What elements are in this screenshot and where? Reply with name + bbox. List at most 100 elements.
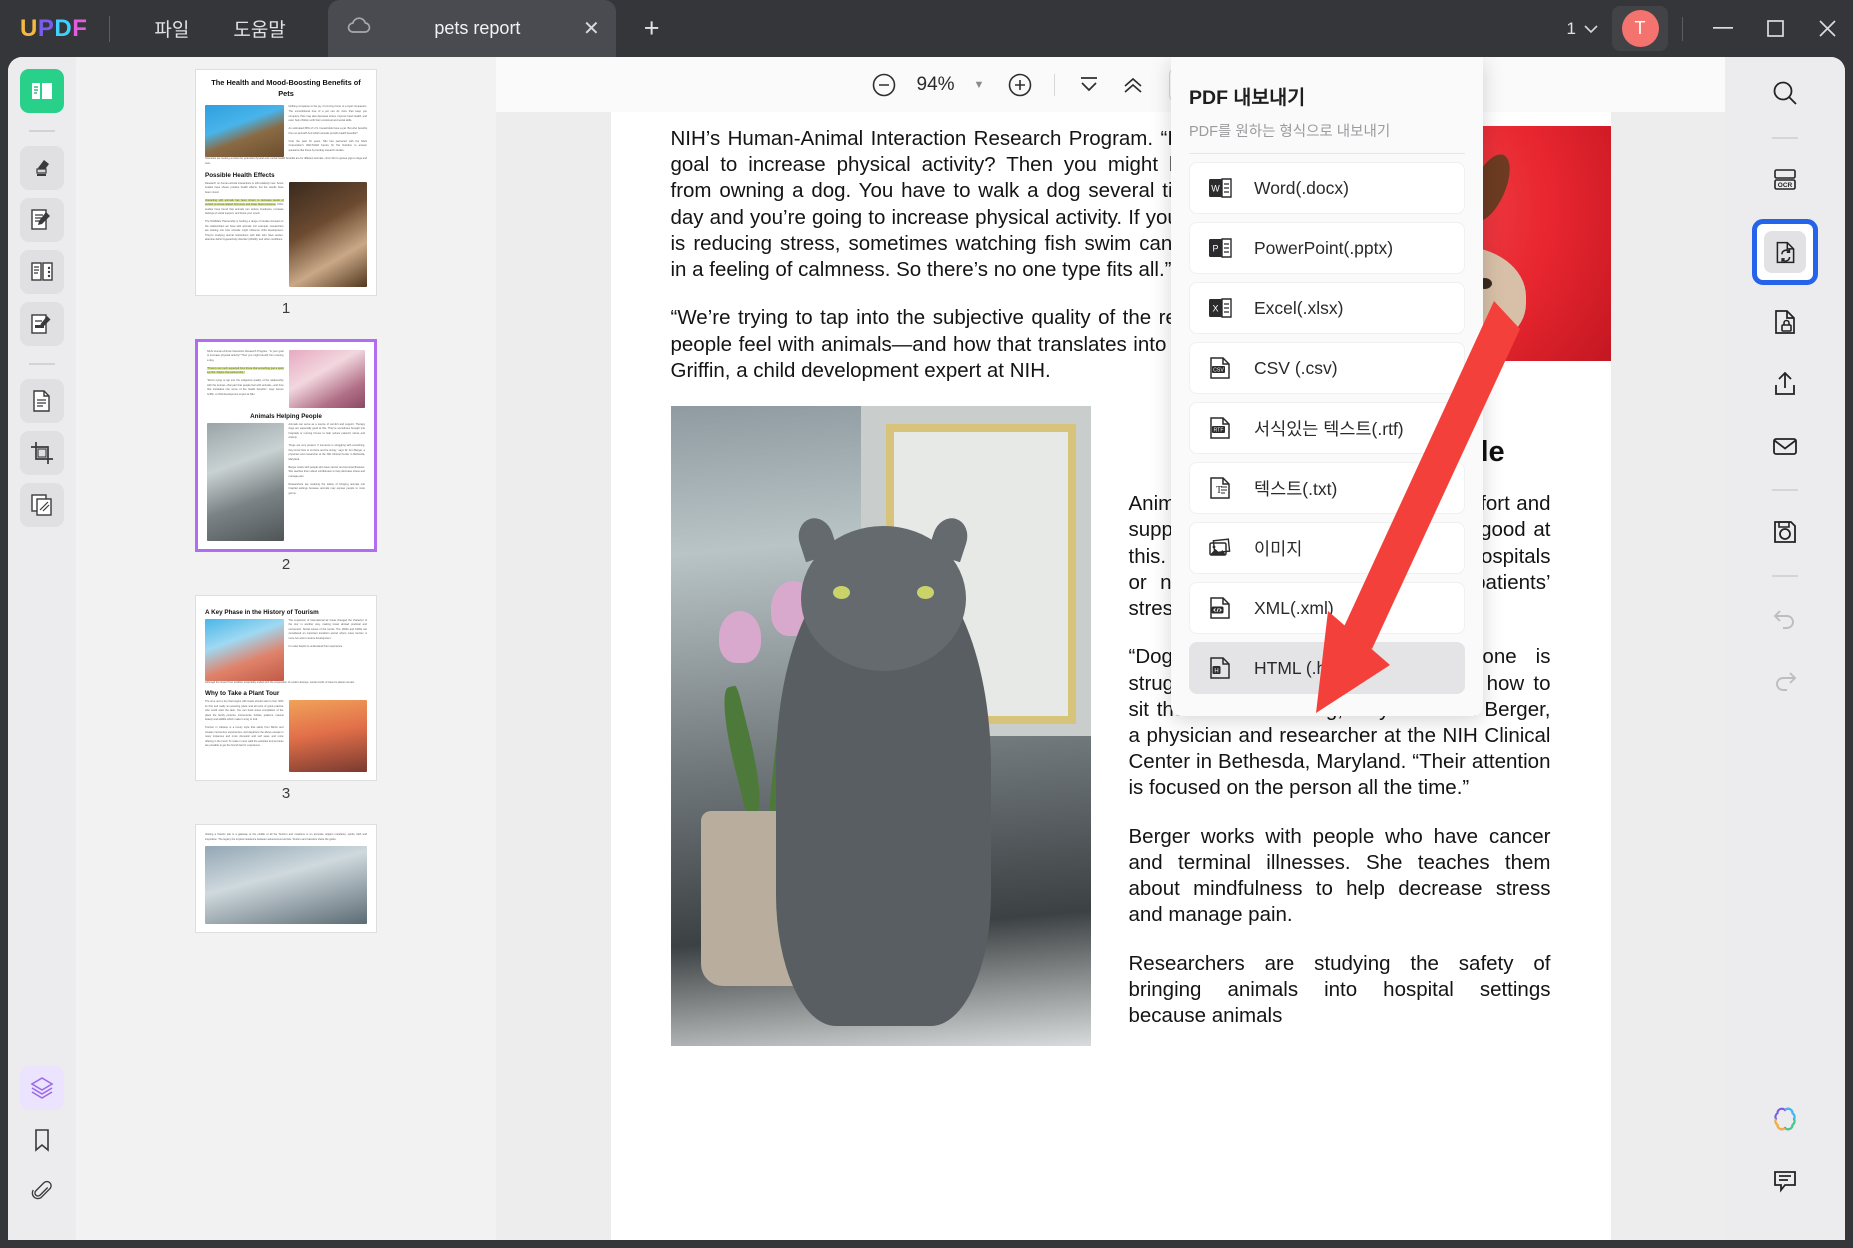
reader-mode-icon (32, 83, 52, 99)
menu-help[interactable]: 도움말 (211, 15, 307, 42)
thumb3-image2-cell (288, 700, 367, 773)
sidebar-item-edit-pdf[interactable] (20, 198, 64, 242)
document-tab[interactable]: pets report ✕ (327, 0, 616, 57)
zoom-out-button[interactable] (862, 63, 906, 107)
share-icon (1775, 371, 1795, 395)
svg-text:OCR: OCR (1778, 182, 1793, 189)
export-option-html[interactable]: H HTML (.html) (1189, 642, 1465, 694)
thumbnail-number-2: 2 (281, 555, 291, 573)
protect-button[interactable] (1762, 299, 1808, 345)
export-option-csv[interactable]: CSV CSV (.csv) (1189, 342, 1465, 394)
page-canvas[interactable]: NIH’s Human-Animal Interaction Research … (496, 112, 1725, 1240)
right-rail-divider-3 (1772, 575, 1798, 577)
document-viewer: 94% ▼ 2 / 6 (496, 57, 1725, 1240)
svg-text:P: P (1212, 244, 1218, 254)
edit-pdf-icon (31, 209, 50, 230)
thumb3-p3: Although the Grand Tour tradition essent… (205, 680, 355, 684)
new-tab-button[interactable]: + (644, 13, 660, 44)
thumb2-text-cell: NIH's Human-Animal Interaction Research … (207, 350, 284, 408)
convert-pdf-button[interactable] (1752, 219, 1818, 285)
sidebar-item-crop[interactable] (20, 431, 64, 475)
export-option-word[interactable]: W Word(.docx) (1189, 162, 1465, 214)
first-page-icon (1081, 76, 1098, 91)
convert-pdf-icon (1776, 241, 1794, 263)
sidebar-item-batch[interactable] (20, 483, 64, 527)
thumbnail-page-1[interactable]: The Health and Mood-Boosting Benefits of… (195, 69, 377, 296)
sidebar-item-reader-mode[interactable] (20, 69, 64, 113)
image-file-icon (1206, 534, 1234, 562)
avatar: T (1621, 10, 1659, 47)
thumb3-p4: The time and a trip that begins with boa… (205, 700, 284, 722)
csv-file-icon: CSV (1206, 354, 1234, 382)
updf-window: U P D F 파일 도움말 pets report ✕ + 1 T The H… (0, 0, 1853, 1248)
cat-tulip-photo (207, 422, 284, 541)
thumb1-p1: Nothing compares to the joy of coming ho… (288, 105, 368, 123)
thumbnail-page-1-content: The Health and Mood-Boosting Benefits of… (196, 70, 376, 295)
zoom-level[interactable]: 94% (906, 74, 966, 96)
ocr-button[interactable]: OCR (1762, 157, 1808, 203)
xml-file-icon (1206, 594, 1234, 622)
thumb1-text2-cell: Research on human-animal interactions is… (205, 182, 284, 287)
ai-assistant-button[interactable] (1762, 1096, 1808, 1142)
ocr-icon: OCR (1774, 169, 1796, 190)
sidebar-item-organize-pages[interactable] (20, 250, 64, 294)
form-icon (31, 314, 51, 334)
export-option-rtf[interactable]: RTF 서식있는 텍스트(.rtf) (1189, 402, 1465, 454)
search-icon (1773, 81, 1797, 105)
logo-letter-d: D (54, 14, 73, 42)
batch-icon (31, 494, 52, 516)
export-option-powerpoint[interactable]: P PowerPoint(.pptx) (1189, 222, 1465, 274)
thumbnail-page-2[interactable]: NIH's Human-Animal Interaction Research … (195, 338, 377, 552)
powerpoint-file-icon: P (1206, 234, 1234, 262)
thumb1-image2-cell (288, 181, 367, 287)
save-as-button[interactable] (1762, 509, 1808, 555)
tab-title: pets report (434, 18, 521, 38)
email-button[interactable] (1762, 423, 1808, 469)
thumb4-p1: Visiting a historic site is a gateway to… (205, 833, 367, 841)
export-option-xml[interactable]: XML(.xml) (1189, 582, 1465, 634)
comment-button[interactable] (1762, 1158, 1808, 1204)
prev-page-icon (1124, 77, 1142, 93)
thumb1-image-cell (205, 105, 284, 158)
undo-button[interactable] (1762, 595, 1808, 641)
minimize-button[interactable] (1697, 0, 1749, 57)
thumbnail-page-4[interactable]: Visiting a historic site is a gateway to… (195, 824, 377, 933)
chevron-down-icon[interactable]: ▼ (974, 79, 985, 91)
thumb2-image2-cell (207, 422, 284, 541)
search-button[interactable] (1762, 71, 1808, 117)
email-icon (1773, 438, 1797, 455)
thumbnail-list: The Health and Mood-Boosting Benefits of… (76, 69, 496, 937)
thumb3-text2-cell: The time and a trip that begins with boa… (205, 700, 284, 772)
updf-logo: U P D F (20, 15, 87, 43)
sidebar-item-form[interactable] (20, 302, 64, 346)
export-option-label: XML(.xml) (1254, 597, 1334, 618)
prev-page-button[interactable] (1111, 63, 1155, 107)
export-option-excel[interactable]: X Excel(.xlsx) (1189, 282, 1465, 334)
thumbnail-page-3[interactable]: A Key Phase in the History of Tourism Th… (195, 594, 377, 782)
thumb2-text2-cell: Animals can serve as a source of comfort… (289, 423, 366, 541)
thumb3-p5: Tourism in Ukraine is a luxury style tha… (205, 726, 284, 748)
sidebar-item-layers[interactable] (20, 1066, 64, 1110)
window-count[interactable]: 1 (1567, 19, 1598, 39)
thumb1-p5: Research on human-animal interactions is… (205, 181, 284, 194)
close-window-button[interactable] (1801, 0, 1853, 57)
first-page-button[interactable] (1067, 63, 1111, 107)
export-option-image[interactable]: 이미지 (1189, 522, 1465, 574)
word-file-icon: W (1206, 174, 1234, 202)
excel-file-icon: X (1206, 294, 1234, 322)
sidebar-item-document[interactable] (20, 379, 64, 423)
logo-letter-u: U (20, 14, 38, 42)
export-option-txt[interactable]: T 텍스트(.txt) (1189, 462, 1465, 514)
zoom-in-button[interactable] (998, 63, 1042, 107)
redo-button[interactable] (1762, 657, 1808, 703)
sidebar-item-annotate[interactable] (20, 146, 64, 190)
close-icon[interactable]: ✕ (583, 19, 600, 39)
maximize-button[interactable] (1749, 0, 1801, 57)
sidebar-item-attachment[interactable] (20, 1170, 64, 1214)
thumbnail-panel[interactable]: The Health and Mood-Boosting Benefits of… (76, 57, 496, 1240)
sidebar-item-bookmark[interactable] (20, 1118, 64, 1162)
svg-text:CSV: CSV (1213, 368, 1224, 374)
menu-file[interactable]: 파일 (132, 15, 211, 42)
share-button[interactable] (1762, 361, 1808, 407)
avatar-button[interactable]: T (1612, 6, 1668, 51)
